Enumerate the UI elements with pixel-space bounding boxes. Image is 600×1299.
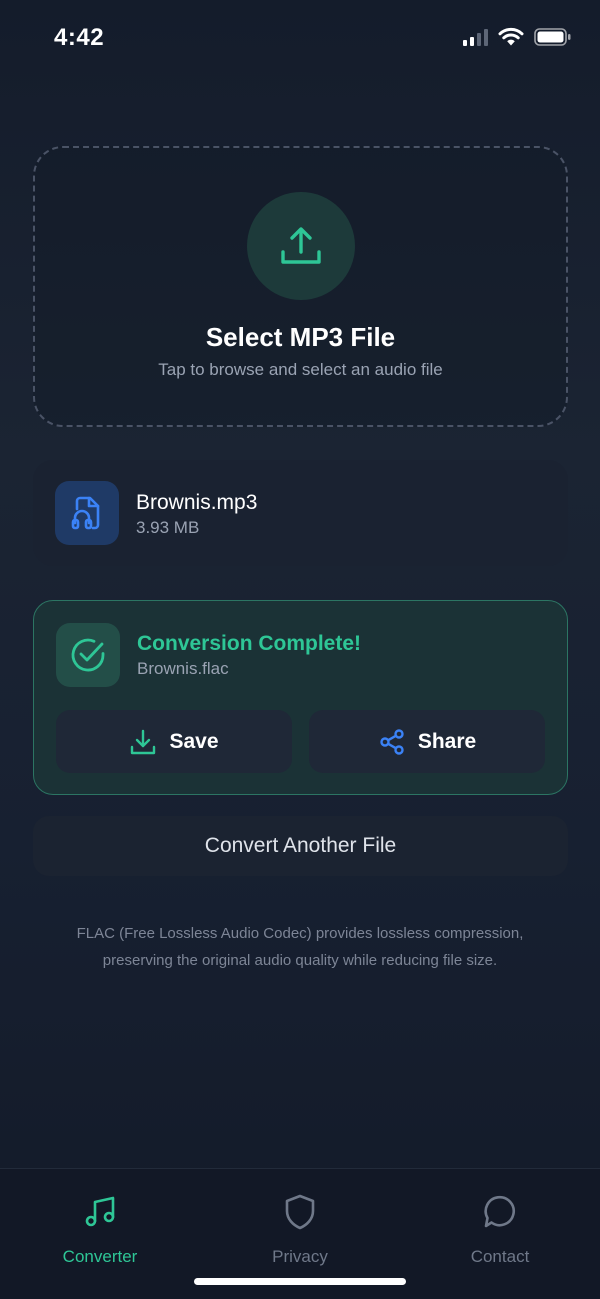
share-icon [380,728,404,755]
tab-contact[interactable]: Contact [430,1193,570,1267]
file-name: Brownis.mp3 [136,491,258,514]
upload-icon [247,192,355,300]
flac-info-text: FLAC (Free Lossless Audio Codec) provide… [76,925,524,969]
shield-icon [230,1193,370,1231]
battery-icon [534,28,571,46]
check-circle-icon [56,623,120,687]
tab-converter-label: Converter [62,1247,138,1266]
status-icons [463,27,572,47]
tab-converter[interactable]: Converter [30,1193,170,1267]
conversion-result-card: Conversion Complete! Brownis.flac Save S… [33,600,568,795]
drop-zone-subtitle: Tap to browse and select an audio file [158,360,443,379]
tab-privacy[interactable]: Privacy [230,1193,370,1267]
file-size: 3.93 MB [136,518,200,537]
home-indicator [194,1278,406,1285]
save-button[interactable]: Save [56,710,292,773]
tab-contact-label: Contact [470,1247,530,1266]
download-icon [131,729,156,754]
audio-file-icon [55,481,119,545]
selected-file-card: Brownis.mp3 3.93 MB [33,460,568,566]
save-button-label: Save [169,729,219,753]
status-bar: 4:42 [0,0,600,78]
music-note-icon [30,1193,170,1231]
convert-another-button[interactable]: Convert Another File [33,816,568,876]
file-drop-zone[interactable]: Select MP3 File Tap to browse and select… [33,146,568,427]
conversion-status-title: Conversion Complete! [137,632,362,655]
share-button[interactable]: Share [309,710,545,773]
output-file-name: Brownis.flac [137,659,229,678]
wifi-icon [498,27,524,46]
share-button-label: Share [417,729,477,753]
chat-bubble-icon [430,1193,570,1231]
drop-zone-title: Select MP3 File [205,322,396,352]
status-time: 4:42 [54,24,105,51]
cellular-signal-icon [463,28,488,46]
tab-privacy-label: Privacy [272,1247,328,1266]
